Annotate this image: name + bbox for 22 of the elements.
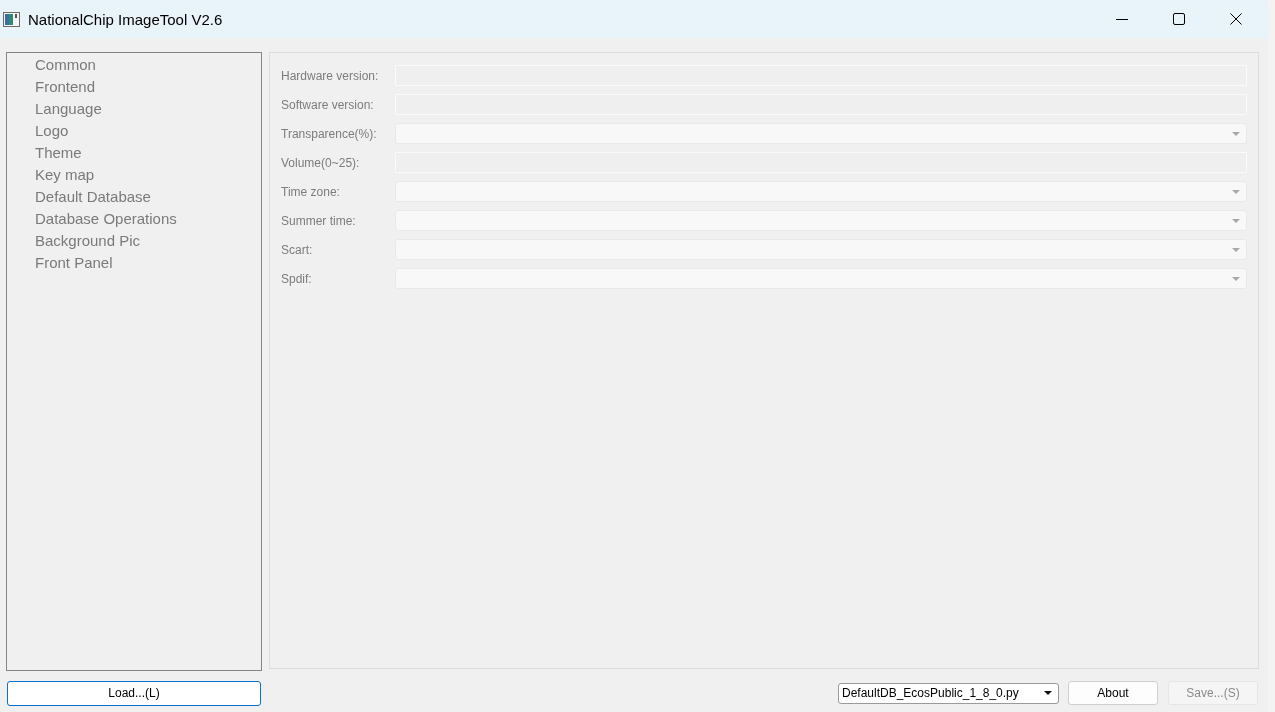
field-label: Spdif: — [281, 271, 313, 286]
about-button[interactable]: About — [1068, 681, 1158, 705]
app-icon — [3, 11, 20, 27]
dropdown-arrow-icon — [1044, 691, 1052, 695]
field-label: Volume(0~25): — [281, 155, 361, 170]
maximize-icon — [1172, 13, 1185, 25]
close-icon — [1229, 13, 1242, 25]
dropdown-arrow-icon — [1232, 132, 1240, 136]
window-title: NationalChip ImageTool V2.6 — [28, 10, 223, 28]
field-label: Software version: — [281, 97, 375, 112]
field-label: Time zone: — [281, 184, 341, 199]
dropdown-arrow-icon — [1232, 219, 1240, 223]
field-label: Hardware version: — [281, 68, 380, 83]
minimize-icon — [1115, 18, 1128, 20]
field-label: Scart: — [281, 242, 314, 257]
dropdown-arrow-icon — [1232, 277, 1240, 281]
load-button[interactable]: Load...(L) — [7, 680, 261, 706]
field-label: Transparence(%): — [281, 126, 378, 141]
field-label: Summer time: — [281, 213, 357, 228]
dropdown-arrow-icon — [1232, 190, 1240, 194]
dropdown-arrow-icon — [1232, 248, 1240, 252]
database-select[interactable]: DefaultDB_EcosPublic_1_8_0.py — [838, 682, 1059, 704]
